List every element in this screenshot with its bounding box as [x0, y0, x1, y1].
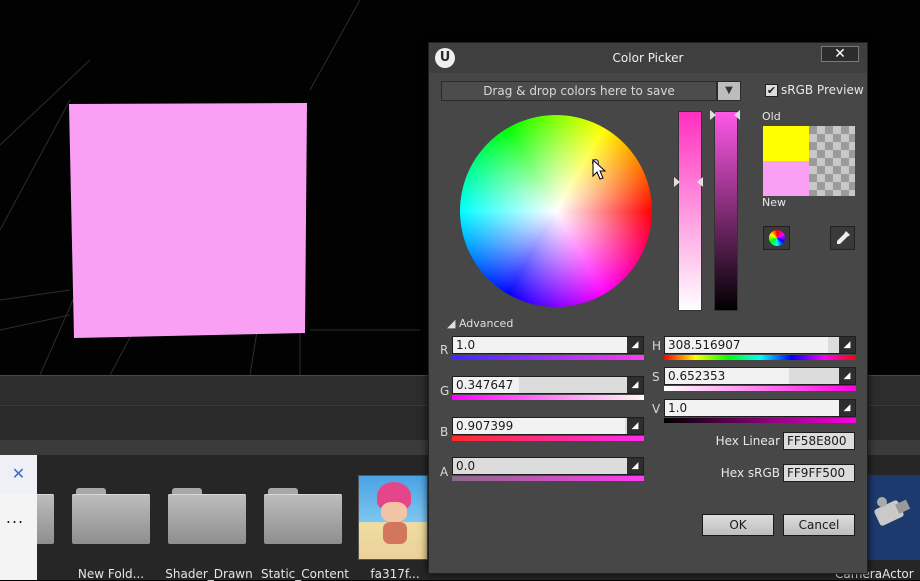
pink-quad[interactable]: [69, 103, 307, 338]
new-color-swatch: [763, 161, 809, 196]
saturation-left-marker-icon: [674, 177, 680, 187]
folder-item[interactable]: [72, 488, 150, 544]
hue-value: 308.516907: [668, 338, 741, 352]
old-color-label: Old: [762, 110, 781, 123]
value-value: 1.0: [668, 401, 688, 415]
camera-icon: [874, 497, 911, 526]
old-color-swatch: [763, 126, 809, 161]
folder-item[interactable]: [264, 488, 342, 544]
channel-label-s: S: [652, 370, 660, 384]
side-close-icon[interactable]: ✕: [0, 455, 37, 493]
alpha-spin-icon[interactable]: ◢: [627, 458, 643, 474]
channel-label-r: R: [440, 343, 449, 357]
blue-spin-icon[interactable]: ◢: [627, 418, 643, 434]
eyedropper-icon: [836, 231, 850, 244]
hex-srgb-label: Hex sRGB: [720, 466, 780, 480]
hue-spin-icon[interactable]: ◢: [839, 337, 855, 353]
alpha-gradient-bar: [452, 476, 644, 481]
srgb-preview-label: sRGB Preview: [781, 83, 864, 97]
value-level-fill: [665, 400, 855, 416]
alpha-preview-checker: [809, 126, 855, 196]
green-spin-icon[interactable]: ◢: [627, 377, 643, 393]
value-slider[interactable]: [714, 111, 738, 311]
folder-label: Shader_Drawn: [165, 567, 253, 581]
green-gradient-bar: [452, 395, 644, 400]
value-left-marker-icon: [710, 110, 716, 120]
eyedropper-button[interactable]: [830, 226, 855, 250]
channel-label-g: G: [440, 384, 450, 398]
texture-thumbnail[interactable]: [358, 475, 428, 560]
character-body: [383, 522, 407, 544]
saturation-channel-field[interactable]: 0.652353 ◢: [664, 367, 856, 385]
advanced-section-toggle[interactable]: ◢ Advanced: [447, 317, 513, 330]
folder-item[interactable]: [168, 488, 246, 544]
hex-linear-label: Hex Linear: [715, 434, 780, 448]
alpha-value: 0.0: [456, 459, 476, 473]
red-level-fill: [453, 337, 643, 353]
ok-button[interactable]: OK: [702, 514, 774, 536]
value-right-marker-icon: [734, 110, 740, 120]
more-options-icon[interactable]: ...: [0, 508, 30, 538]
channel-label-v: V: [652, 402, 661, 416]
channel-label-b: B: [440, 425, 449, 439]
red-spin-icon[interactable]: ◢: [627, 337, 643, 353]
green-channel-field[interactable]: 0.347647 ◢: [452, 376, 644, 394]
red-channel-field[interactable]: 1.0 ◢: [452, 336, 644, 354]
cancel-button[interactable]: Cancel: [783, 514, 855, 536]
blue-value: 0.907399: [456, 419, 514, 433]
hex-srgb-input[interactable]: FF9FF500: [783, 464, 855, 482]
saturation-slider[interactable]: [678, 111, 702, 311]
color-wheel-icon: [769, 230, 785, 246]
mouse-cursor-icon: [592, 159, 607, 180]
value-spin-icon[interactable]: ◢: [839, 400, 855, 416]
channel-label-h: H: [652, 339, 662, 353]
close-button[interactable]: ✕: [821, 46, 859, 62]
value-channel-field[interactable]: 1.0 ◢: [664, 399, 856, 417]
saturation-right-marker-icon: [697, 177, 703, 187]
chevron-down-icon[interactable]: ▼: [717, 81, 741, 101]
dialog-title: Color Picker: [612, 51, 684, 65]
hex-linear-input[interactable]: FF58E800: [783, 432, 855, 450]
hue-gradient-bar: [664, 355, 856, 360]
channel-label-a: A: [440, 465, 449, 479]
new-color-label: New: [762, 196, 786, 209]
value-gradient-bar: [664, 418, 856, 423]
color-wheel-mode-button[interactable]: [763, 226, 790, 250]
advanced-label: Advanced: [458, 317, 514, 330]
saturation-value: 0.652353: [668, 369, 726, 383]
blue-gradient-bar: [452, 436, 644, 441]
srgb-preview-checkbox[interactable]: ✔: [765, 84, 778, 97]
character-face: [381, 502, 407, 522]
hue-channel-field[interactable]: 308.516907 ◢: [664, 336, 856, 354]
red-value: 1.0: [456, 338, 476, 352]
red-gradient-bar: [452, 355, 644, 360]
color-wheel[interactable]: [460, 115, 652, 307]
saturation-gradient-bar: [664, 386, 856, 391]
color-picker-dialog: U Color Picker ✕ Drag & drop colors here…: [428, 42, 868, 574]
folder-label: New Fold...: [77, 567, 145, 581]
green-value: 0.347647: [456, 378, 514, 392]
blue-channel-field[interactable]: 0.907399 ◢: [452, 417, 644, 435]
alpha-channel-field[interactable]: 0.0 ◢: [452, 457, 644, 475]
saved-colors-dropzone[interactable]: Drag & drop colors here to save: [441, 81, 717, 101]
saturation-spin-icon[interactable]: ◢: [839, 368, 855, 384]
